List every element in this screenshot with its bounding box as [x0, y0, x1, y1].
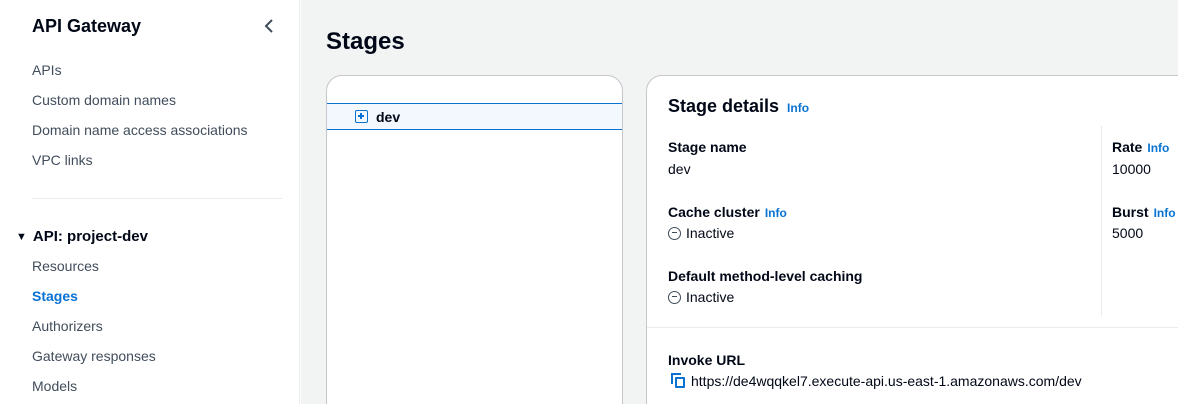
stage-tree-item[interactable]: dev [327, 103, 622, 130]
sidebar-item-authorizers[interactable]: Authorizers [32, 318, 103, 334]
cache-cluster-label: Cache cluster Info [668, 204, 787, 220]
burst-value: 5000 [1112, 225, 1144, 241]
default-caching-value: Inactive [668, 289, 734, 305]
stage-details-header: Stage details Info [668, 96, 809, 117]
chevron-left-icon [264, 19, 273, 33]
burst-label: Burst Info [1112, 204, 1176, 220]
sidebar-item-stages[interactable]: Stages [32, 288, 78, 304]
rate-value: 10000 [1112, 161, 1151, 177]
sidebar-title[interactable]: API Gateway [32, 16, 141, 37]
sidebar-section-api[interactable]: ▼ API: project-dev [16, 228, 148, 245]
expand-plus-icon[interactable] [355, 110, 368, 123]
sidebar-section-label: API: project-dev [32, 228, 148, 245]
main-content: Stages dev Stage details Info Stage name… [301, 0, 1178, 404]
invoke-url-text[interactable]: https://de4wqqkel7.execute-api.us-east-1… [691, 373, 1082, 389]
side-navigation: API Gateway APIs Custom domain names Dom… [0, 0, 300, 404]
status-stopped-icon [668, 290, 681, 304]
status-stopped-icon [668, 226, 681, 240]
cache-cluster-value: Inactive [668, 225, 734, 241]
stage-tree-item-label: dev [376, 108, 401, 125]
copy-icon[interactable] [670, 373, 686, 389]
page-title: Stages [326, 28, 405, 55]
invoke-url-value: https://de4wqqkel7.execute-api.us-east-1… [670, 373, 1082, 389]
default-caching-label: Default method-level caching [668, 268, 863, 284]
burst-info-link[interactable]: Info [1154, 206, 1176, 220]
sidebar-item-custom-domain-names[interactable]: Custom domain names [32, 92, 176, 108]
sidebar-item-resources[interactable]: Resources [32, 258, 99, 274]
sidebar-item-gateway-responses[interactable]: Gateway responses [32, 348, 156, 364]
sidebar-divider [32, 198, 282, 199]
rate-label: Rate Info [1112, 139, 1170, 155]
stage-name-label: Stage name [668, 139, 747, 155]
sidebar-item-vpc-links[interactable]: VPC links [32, 152, 93, 168]
sidebar-item-apis[interactable]: APIs [32, 62, 62, 78]
stage-details-panel: Stage details Info Stage name dev Cache … [646, 75, 1178, 404]
rate-info-link[interactable]: Info [1147, 141, 1169, 155]
stage-tree-panel: dev [326, 75, 623, 404]
collapse-sidebar-button[interactable] [259, 14, 279, 38]
section-divider [647, 327, 1178, 328]
stage-details-title: Stage details [668, 96, 780, 116]
caret-down-icon: ▼ [16, 230, 27, 243]
stage-name-value: dev [668, 161, 691, 177]
invoke-url-label: Invoke URL [668, 352, 746, 368]
sidebar-item-models[interactable]: Models [32, 378, 77, 394]
cache-cluster-info-link[interactable]: Info [765, 206, 787, 220]
stage-details-info-link[interactable]: Info [787, 101, 809, 115]
sidebar-item-domain-name-access-associations[interactable]: Domain name access associations [32, 122, 248, 138]
column-divider [1101, 126, 1102, 316]
